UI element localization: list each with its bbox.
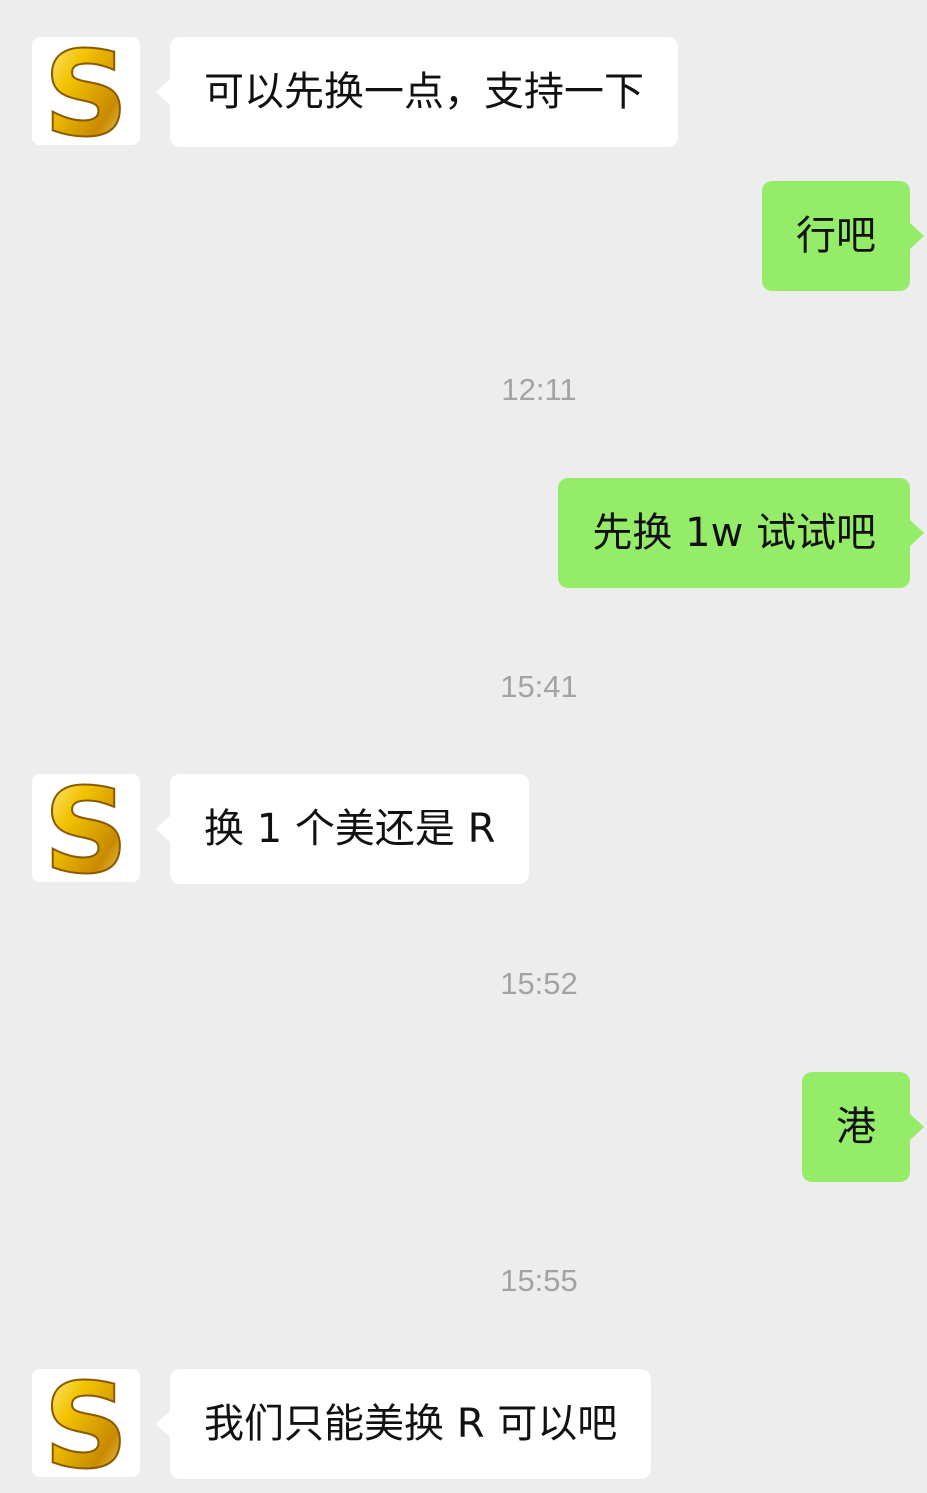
timestamp: 12:11 bbox=[501, 372, 577, 407]
gold-letter-s-icon: S bbox=[43, 37, 130, 145]
message-bubble-incoming[interactable]: 我们只能美换 R 可以吧 bbox=[155, 1369, 652, 1479]
message-bubble-outgoing[interactable]: 先换 1w 试试吧 bbox=[558, 478, 924, 588]
contact-avatar[interactable]: S bbox=[32, 37, 140, 145]
message-text: 行吧 bbox=[796, 213, 876, 259]
message-text: 我们只能美换 R 可以吧 bbox=[204, 1401, 618, 1447]
message-text: 换 1 个美还是 R bbox=[204, 806, 496, 852]
message-bubble-incoming[interactable]: 换 1 个美还是 R bbox=[155, 774, 530, 884]
contact-avatar[interactable]: S bbox=[32, 774, 140, 882]
message-text: 可以先换一点，支持一下 bbox=[204, 69, 644, 115]
timestamp: 15:41 bbox=[500, 669, 578, 704]
timestamp: 15:55 bbox=[500, 1263, 578, 1298]
timestamp: 15:52 bbox=[500, 966, 578, 1001]
avatar-letter: S bbox=[44, 1369, 129, 1477]
gold-letter-s-icon: S bbox=[43, 774, 130, 882]
message-text: 港 bbox=[836, 1104, 876, 1150]
gold-letter-s-icon: S bbox=[43, 1369, 130, 1477]
contact-avatar[interactable]: S bbox=[32, 1369, 140, 1477]
avatar-letter: S bbox=[44, 774, 129, 882]
message-text: 先换 1w 试试吧 bbox=[592, 510, 876, 556]
avatar-letter: S bbox=[44, 37, 129, 145]
message-bubble-outgoing[interactable]: 行吧 bbox=[762, 181, 924, 291]
message-bubble-incoming[interactable]: 可以先换一点，支持一下 bbox=[156, 37, 678, 147]
message-bubble-outgoing[interactable]: 港 bbox=[802, 1072, 924, 1182]
